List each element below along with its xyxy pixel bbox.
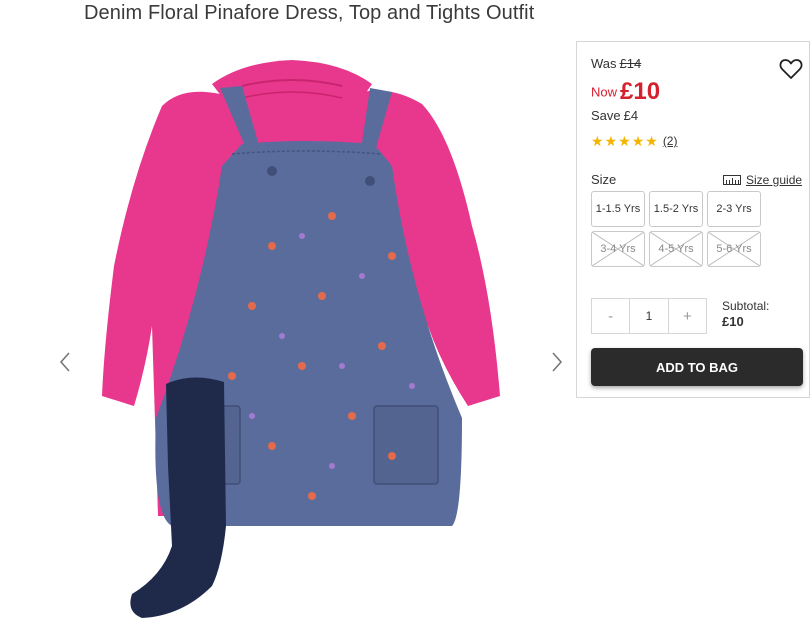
subtotal-label: Subtotal: bbox=[722, 299, 770, 313]
size-option-unavailable: 5-6 Yrs bbox=[707, 231, 761, 267]
now-price: Now £10 bbox=[591, 78, 660, 106]
ruler-icon bbox=[723, 175, 741, 185]
star-icon: ★ bbox=[645, 133, 658, 149]
save-label: Save bbox=[591, 108, 621, 123]
star-row: ★ ★ ★ ★ ★ bbox=[591, 134, 659, 148]
now-value: £10 bbox=[620, 78, 661, 105]
navy-tights bbox=[130, 377, 226, 618]
product-image bbox=[102, 60, 500, 618]
size-guide-link[interactable]: Size guide bbox=[723, 173, 802, 187]
star-icon: ★ bbox=[631, 133, 645, 149]
purchase-panel: Was £14 Now £10 Save £4 ★ ★ ★ ★ ★ (2) Size Size… bbox=[576, 41, 810, 398]
size-option-label: 4-5 Yrs bbox=[658, 243, 694, 255]
size-guide-label: Size guide bbox=[746, 173, 803, 187]
quantity-decrease-button[interactable]: - bbox=[592, 299, 629, 333]
add-to-bag-button[interactable]: ADD TO BAG bbox=[591, 348, 803, 386]
was-price: Was £14 bbox=[591, 56, 641, 71]
size-label: Size bbox=[591, 172, 617, 187]
product-title: Denim Floral Pinafore Dress, Top and Tig… bbox=[84, 2, 535, 24]
quantity-input[interactable]: 1 bbox=[629, 299, 669, 333]
size-option[interactable]: 1.5-2 Yrs bbox=[649, 191, 703, 227]
size-option-label: 3-4 Yrs bbox=[600, 243, 636, 255]
heart-outline-icon[interactable] bbox=[779, 58, 803, 80]
size-option[interactable]: 2-3 Yrs bbox=[707, 191, 761, 227]
subtotal: Subtotal: £10 bbox=[722, 298, 769, 330]
save-amount: Save £4 bbox=[591, 108, 638, 123]
star-icon: ★ bbox=[604, 133, 618, 149]
size-options: 1-1.5 Yrs 1.5-2 Yrs 2-3 Yrs 3-4 Yrs 4-5 … bbox=[591, 191, 763, 267]
rating: ★ ★ ★ ★ ★ (2) bbox=[591, 134, 677, 148]
was-label: Was bbox=[591, 56, 617, 71]
star-icon: ★ bbox=[591, 133, 604, 149]
save-value: £4 bbox=[623, 108, 639, 123]
size-option-label: 5-6 Yrs bbox=[716, 243, 752, 255]
was-value: £14 bbox=[619, 56, 642, 71]
quantity-stepper: - 1 + bbox=[591, 298, 707, 334]
size-option-unavailable: 4-5 Yrs bbox=[649, 231, 703, 267]
quantity-increase-button[interactable]: + bbox=[669, 299, 706, 333]
now-label: Now bbox=[591, 84, 618, 100]
chevron-right-icon[interactable] bbox=[550, 350, 564, 374]
size-option-label: 2-3 Yrs bbox=[716, 203, 752, 215]
size-option[interactable]: 1-1.5 Yrs bbox=[591, 191, 645, 227]
subtotal-value: £10 bbox=[722, 314, 744, 329]
star-icon: ★ bbox=[618, 133, 631, 149]
size-option-label: 1-1.5 Yrs bbox=[595, 203, 641, 215]
size-option-unavailable: 3-4 Yrs bbox=[591, 231, 645, 267]
review-count-link[interactable]: (2) bbox=[663, 134, 678, 148]
size-option-label: 1.5-2 Yrs bbox=[653, 203, 699, 215]
chevron-left-icon[interactable] bbox=[58, 350, 72, 374]
